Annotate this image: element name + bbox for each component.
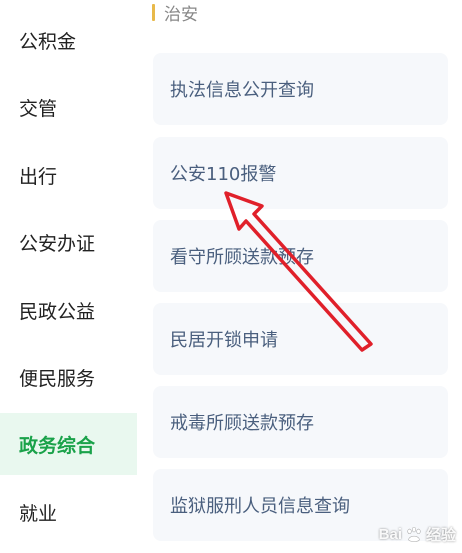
sidebar-item-label: 便民服务 — [19, 367, 96, 390]
sidebar-item-label: 交管 — [19, 97, 58, 120]
sidebar-item-label: 出行 — [19, 165, 58, 188]
service-card-label: 看守所顾送款预存 — [170, 247, 314, 268]
category-sidebar: 公积金 交管 出行 公安办证 民政公益 便民服务 政务综合 就业 — [0, 0, 139, 553]
service-list-panel: 治安 执法信息公开查询 公安110报警 看守所顾送款预存 民居开锁申请 戒毒所顾… — [138, 0, 462, 553]
sidebar-item-convenience-services[interactable]: 便民服务 — [0, 346, 137, 408]
sidebar-item-label: 政务综合 — [19, 434, 96, 457]
sidebar-item-employment[interactable]: 就业 — [0, 481, 137, 543]
section-header: 治安 — [152, 0, 198, 25]
sidebar-item-label: 就业 — [19, 502, 58, 525]
service-card-label: 公安110报警 — [170, 164, 277, 185]
service-card-label: 监狱服刑人员信息查询 — [170, 496, 350, 517]
section-accent-bar — [152, 3, 155, 21]
app-root: 公积金 交管 出行 公安办证 民政公益 便民服务 政务综合 就业 治安 执法信息… — [0, 0, 462, 553]
service-card-unlock-request[interactable]: 民居开锁申请 — [153, 303, 448, 375]
sidebar-item-label: 公积金 — [19, 30, 77, 53]
sidebar-item-label: 公安办证 — [19, 232, 96, 255]
service-card-label: 执法信息公开查询 — [170, 80, 314, 101]
sidebar-item-government-affairs[interactable]: 政务综合 — [0, 413, 137, 475]
watermark-text-left: Bai — [378, 526, 402, 543]
sidebar-item-civil-affairs[interactable]: 民政公益 — [0, 279, 137, 341]
sidebar-item-travel[interactable]: 出行 — [0, 144, 137, 206]
service-card-law-enforcement-query[interactable]: 执法信息公开查询 — [153, 53, 448, 125]
baidu-watermark: Bai 经验 — [379, 524, 456, 545]
sidebar-item-housing-fund[interactable]: 公积金 — [0, 9, 137, 71]
sidebar-item-traffic[interactable]: 交管 — [0, 76, 137, 138]
sidebar-item-label: 民政公益 — [19, 300, 96, 323]
sidebar-item-police-certificates[interactable]: 公安办证 — [0, 211, 137, 273]
baidu-paw-icon — [407, 526, 421, 542]
watermark-text-right: 经验 — [425, 527, 456, 544]
service-card-label: 民居开锁申请 — [170, 330, 278, 351]
service-card-rehab-deposit[interactable]: 戒毒所顾送款预存 — [153, 386, 448, 458]
service-card-police-110-report[interactable]: 公安110报警 — [153, 137, 448, 209]
service-card-detention-deposit[interactable]: 看守所顾送款预存 — [153, 220, 448, 292]
section-title: 治安 — [164, 4, 198, 25]
service-card-label: 戒毒所顾送款预存 — [170, 413, 314, 434]
